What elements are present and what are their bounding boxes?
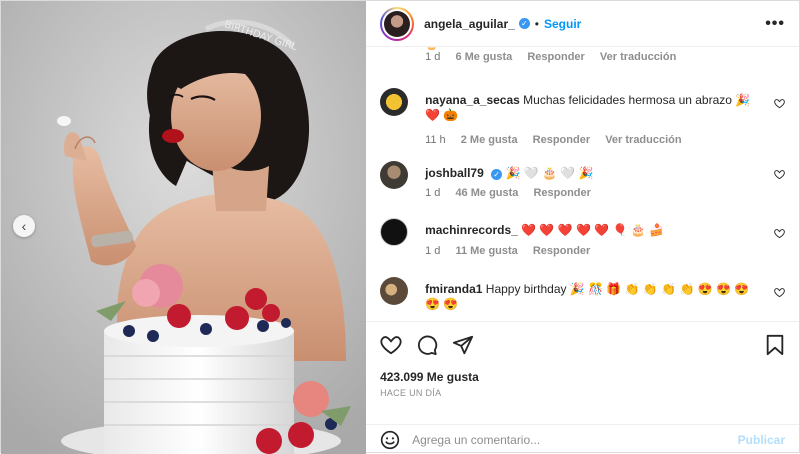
comment-username[interactable]: nayana_a_secas: [425, 93, 520, 107]
like-count[interactable]: 423.099 Me gusta: [380, 370, 479, 384]
avatar[interactable]: [380, 218, 409, 246]
publish-button[interactable]: Publicar: [738, 433, 785, 447]
heart-icon[interactable]: [380, 334, 402, 356]
comment-composer: Publicar: [366, 424, 799, 454]
post-photo[interactable]: BIRTHDAY GIRL ‹: [1, 1, 367, 454]
comment-username[interactable]: machinrecords_: [425, 223, 518, 237]
like-comment-heart-icon[interactable]: [774, 169, 785, 180]
comment-username[interactable]: joshball79: [425, 166, 484, 180]
comment-text: nayana_a_secas Muchas felicidades hermos…: [425, 93, 755, 123]
avatar[interactable]: [380, 161, 409, 189]
comment-text: fmiranda1 Happy birthday 🎉 🎊 🎁 👏 👏 👏 👏 😍…: [425, 282, 755, 312]
post-side-panel: angela_aguilar_ ✓ • Seguir ••• 🎂 1 d 6 M…: [366, 1, 799, 454]
comment-likes[interactable]: 11 Me gusta: [455, 245, 517, 257]
comment-likes[interactable]: 46 Me gusta: [455, 187, 518, 199]
comment-icon[interactable]: [416, 334, 438, 356]
reply-button[interactable]: Responder: [533, 134, 590, 146]
see-translation-button[interactable]: Ver traducción: [600, 51, 676, 63]
verified-icon: ✓: [491, 169, 503, 180]
comment-meta: 11 h 2 Me gusta Responder Ver traducción: [425, 134, 694, 146]
comment-username[interactable]: fmiranda1: [425, 282, 482, 296]
like-comment-heart-icon[interactable]: [774, 98, 785, 109]
comment-meta: 1 d 46 Me gusta Responder: [425, 187, 603, 199]
follow-button[interactable]: Seguir: [544, 17, 581, 31]
comment-time: 11 h: [425, 134, 446, 146]
post-header: angela_aguilar_ ✓ • Seguir •••: [366, 1, 799, 47]
reply-button[interactable]: Responder: [533, 187, 590, 199]
emoji-icon[interactable]: [380, 430, 400, 450]
avatar[interactable]: [380, 88, 409, 116]
author-username[interactable]: angela_aguilar_: [424, 17, 515, 31]
comment-meta: 1 d 11 Me gusta Responder: [425, 245, 602, 257]
chevron-left-icon: ‹: [21, 218, 27, 234]
comment-text: machinrecords_ ❤️ ❤️ ❤️ ❤️ ❤️ 🎈 🎂 🍰: [425, 223, 755, 238]
like-comment-heart-icon[interactable]: [774, 228, 785, 239]
comment-input[interactable]: [412, 432, 738, 447]
comment-meta: 1 d 6 Me gusta Responder Ver traducción: [425, 51, 688, 63]
post-actions: 423.099 Me gusta HACE UN DÍA: [366, 321, 799, 424]
comment-body: 🎉 🤍 🎂 🤍 🎉: [505, 166, 594, 180]
previous-photo-button[interactable]: ‹: [13, 215, 35, 237]
more-icon[interactable]: •••: [765, 15, 785, 33]
comment-likes[interactable]: 6 Me gusta: [455, 51, 512, 63]
comment-text: joshball79 ✓ 🎉 🤍 🎂 🤍 🎉: [425, 166, 755, 181]
see-translation-button[interactable]: Ver traducción: [605, 134, 681, 146]
comment-time: 1 d: [425, 51, 441, 63]
instagram-post: BIRTHDAY GIRL ‹ angela_aguilar_ ✓ • Segu…: [0, 0, 800, 454]
author-avatar[interactable]: [380, 6, 415, 41]
reply-button[interactable]: Responder: [527, 51, 584, 63]
comment-likes[interactable]: 2 Me gusta: [461, 134, 518, 146]
comment-time: 1 d: [425, 187, 441, 199]
comments-list[interactable]: 🎂 1 d 6 Me gusta Responder Ver traducció…: [366, 47, 799, 321]
separator: •: [534, 16, 539, 31]
share-icon[interactable]: [452, 334, 474, 356]
avatar[interactable]: [380, 277, 409, 305]
reply-button[interactable]: Responder: [533, 245, 590, 257]
photo-illustration: BIRTHDAY GIRL: [1, 1, 367, 454]
bookmark-icon[interactable]: [765, 334, 785, 356]
post-timestamp: HACE UN DÍA: [380, 388, 442, 398]
comment-body: ❤️ ❤️ ❤️ ❤️ ❤️ 🎈 🎂 🍰: [521, 223, 665, 237]
verified-icon: ✓: [518, 18, 530, 29]
like-comment-heart-icon[interactable]: [774, 287, 785, 298]
comment-time: 1 d: [425, 245, 441, 257]
